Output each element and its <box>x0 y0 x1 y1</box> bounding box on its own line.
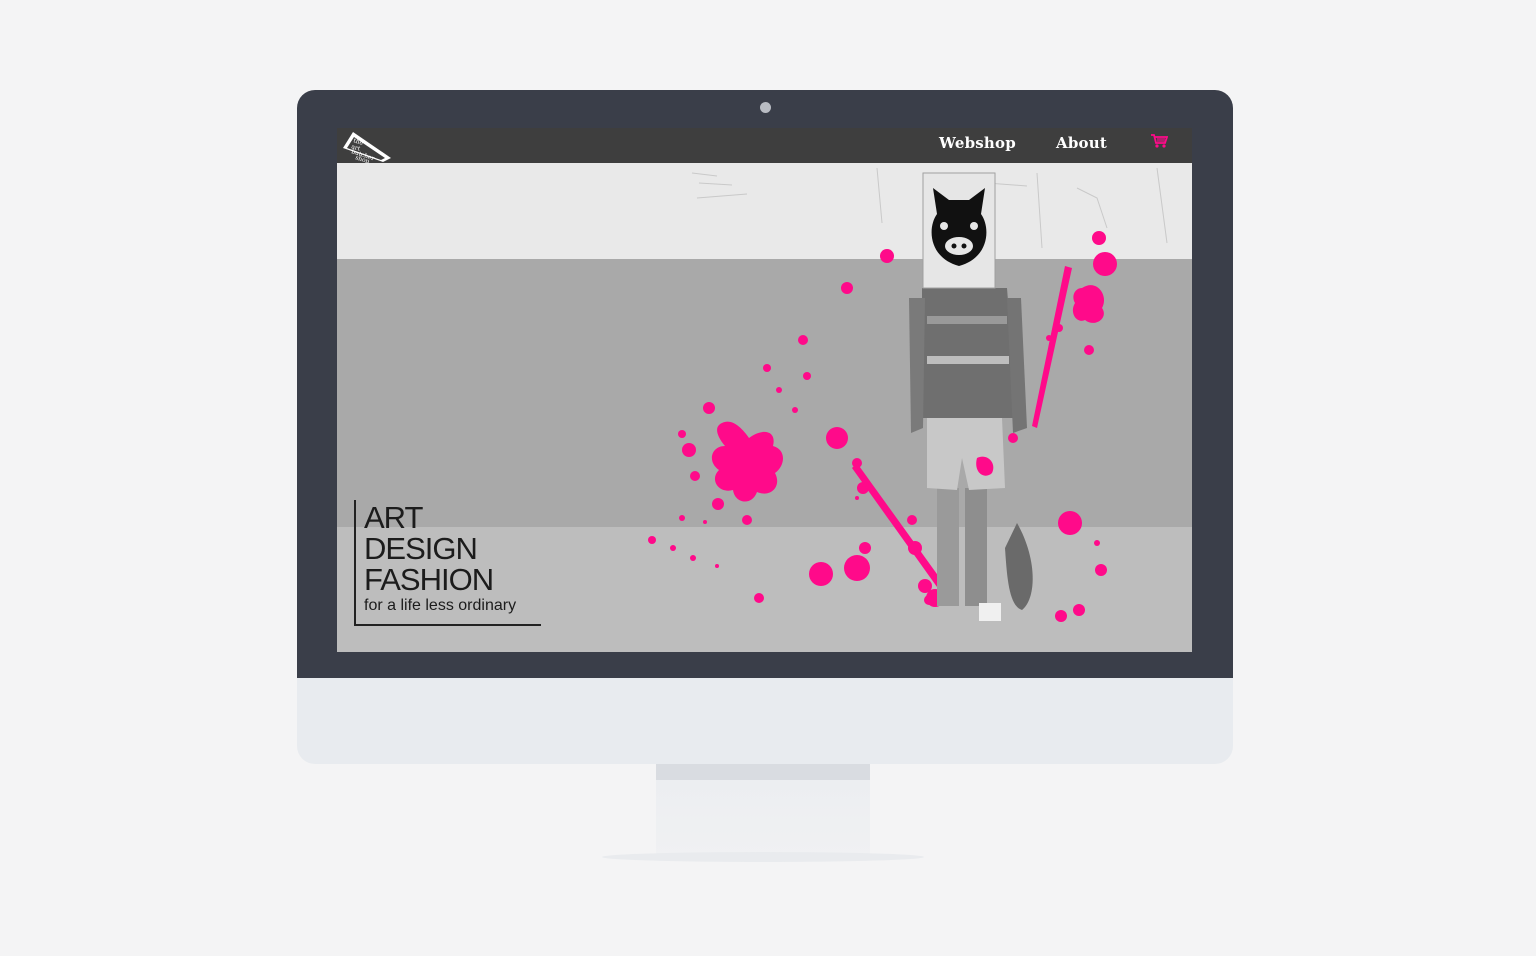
logo[interactable]: the art butcher shop <box>339 128 395 163</box>
paint-splatter-left <box>648 249 947 603</box>
desktop-mockup: the art butcher shop Webshop About ART D… <box>0 0 1536 956</box>
tagline-subtitle: for a life less ordinary <box>364 597 517 614</box>
top-navbar: the art butcher shop Webshop About <box>337 128 1192 163</box>
nav-link-about[interactable]: About <box>1056 134 1107 152</box>
tagline-fashion: FASHION <box>364 562 494 597</box>
tagline-design: DESIGN <box>364 531 478 566</box>
hero-tagline: ART DESIGN FASHION for a life less ordin… <box>354 500 541 626</box>
monitor-chin <box>297 678 1233 764</box>
tagline-art: ART <box>364 500 423 535</box>
cart-icon[interactable] <box>1150 133 1168 149</box>
website-screen: the art butcher shop Webshop About ART D… <box>337 128 1192 652</box>
nav-link-webshop[interactable]: Webshop <box>939 134 1016 152</box>
figure-illustration <box>909 139 1117 621</box>
camera-dot <box>760 102 771 113</box>
monitor-stand <box>656 764 870 860</box>
monitor-foot <box>602 852 924 862</box>
